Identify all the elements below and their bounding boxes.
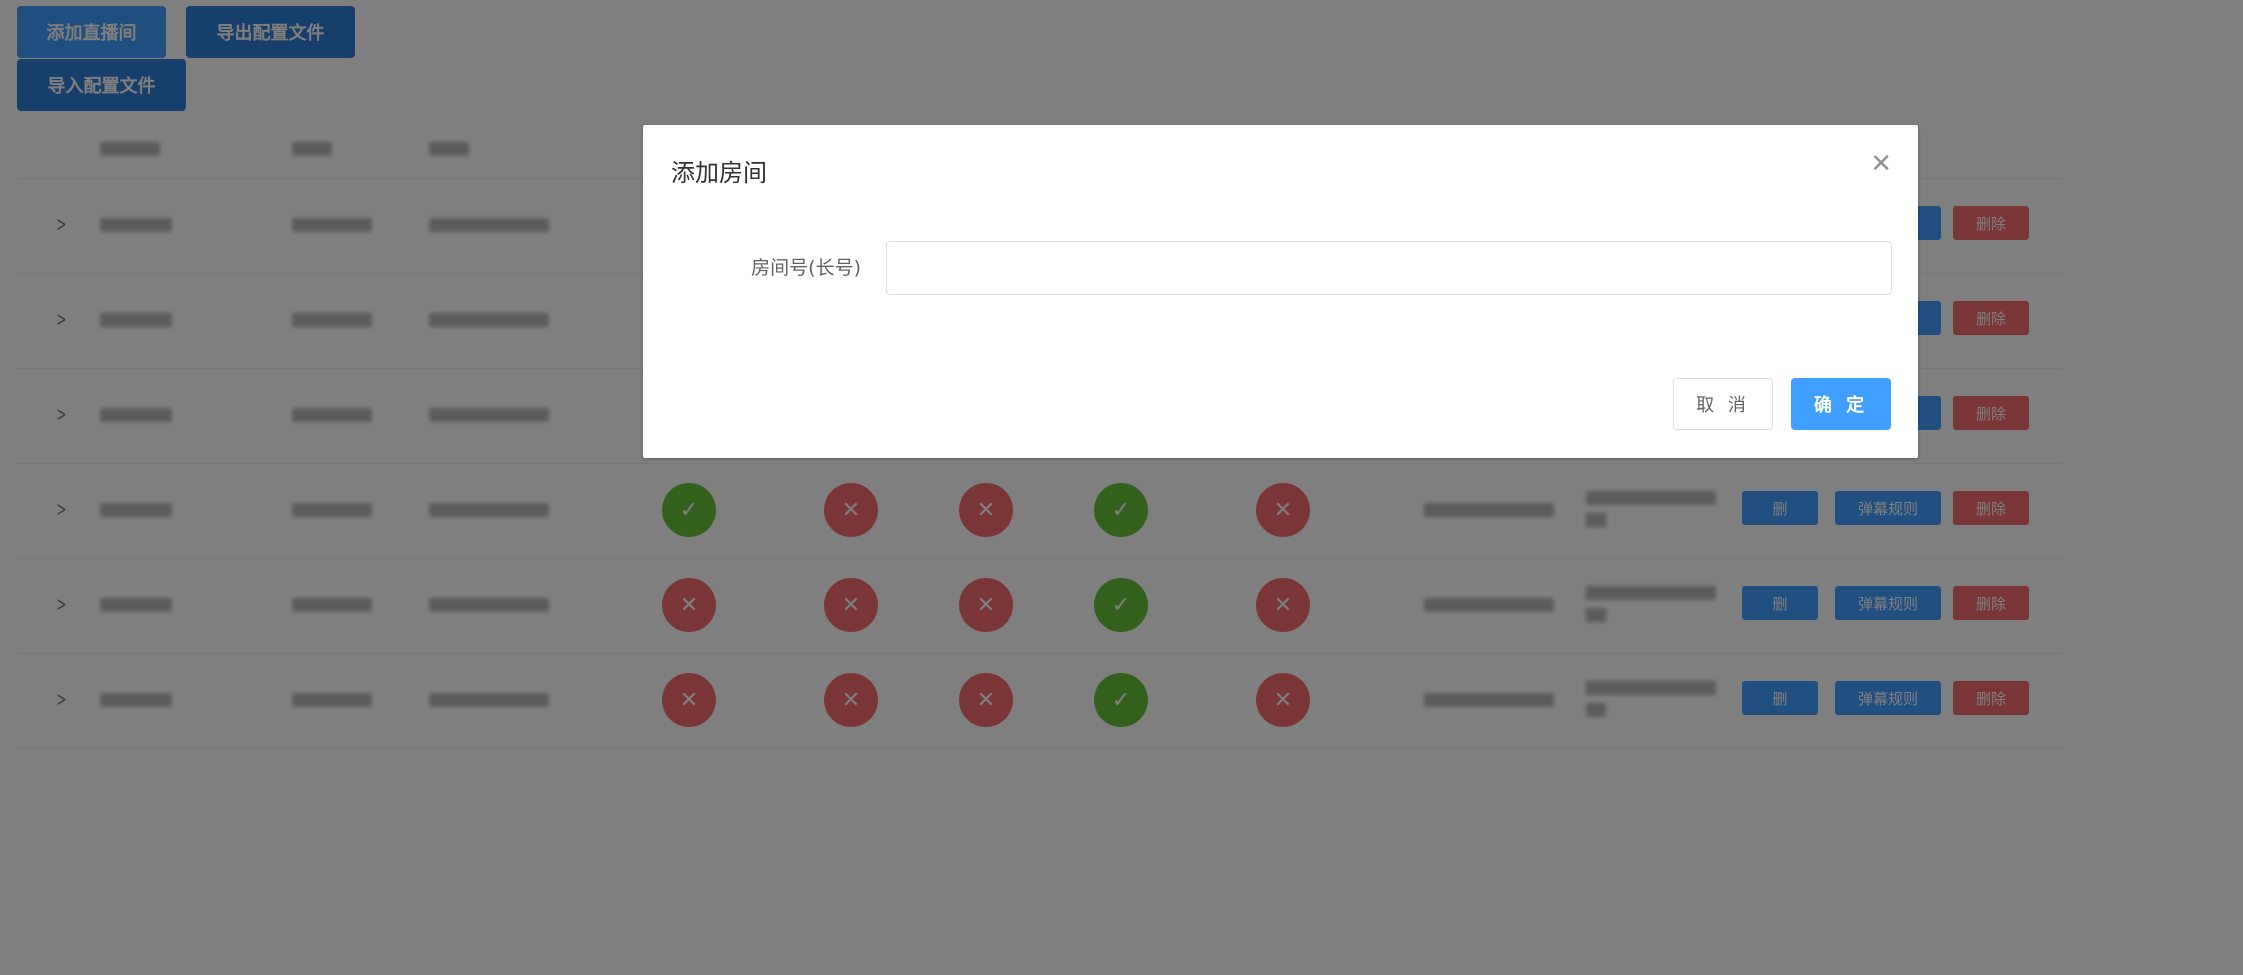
room-number-label: 房间号(长号): [751, 257, 861, 279]
cancel-button[interactable]: 取 消: [1673, 378, 1773, 430]
close-icon[interactable]: ✕: [1870, 149, 1892, 179]
confirm-button[interactable]: 确 定: [1791, 378, 1891, 430]
add-room-dialog: 添加房间 ✕ 房间号(长号) 取 消 确 定: [643, 125, 1918, 458]
dialog-title: 添加房间: [671, 159, 767, 187]
room-number-input[interactable]: [886, 241, 1892, 295]
